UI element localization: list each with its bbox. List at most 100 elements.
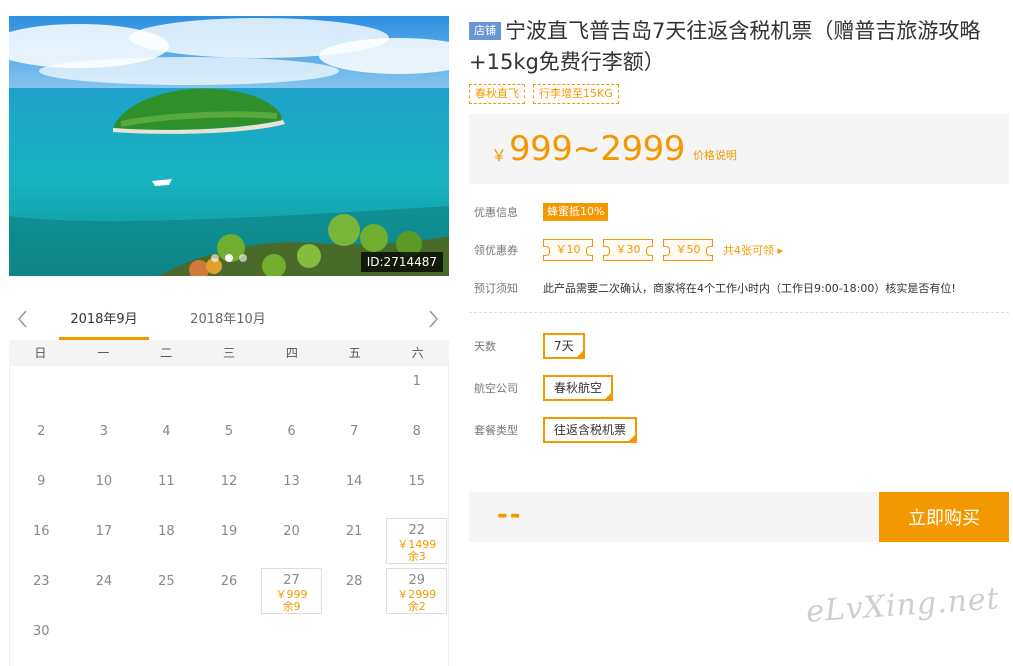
calendar-day-number: 4 (162, 424, 171, 439)
calendar-day-number: 13 (283, 474, 300, 489)
calendar-day-number: 16 (33, 524, 50, 539)
option-package-label: 套餐类型 (474, 424, 518, 437)
carousel-dot[interactable] (211, 254, 219, 262)
weekday-label: 五 (348, 346, 361, 360)
calendar-day-number: 7 (349, 424, 359, 439)
calendar-day-number: 28 (345, 574, 363, 589)
calendar-day: 6 (260, 416, 323, 466)
calendar-day-number: 11 (158, 474, 175, 489)
coupon-30[interactable]: ￥30 (603, 239, 653, 261)
calendar-day: 25 (135, 566, 198, 616)
coupon-row: 领优惠券 ￥10 ￥30 ￥50 共4张可领 ▸ (469, 238, 1009, 262)
date-calendar: 2018年9月 2018年10月 日 一 二 三 四 五 六 123456789… (9, 300, 449, 666)
weekday-header: 日 一 二 三 四 五 六 (9, 340, 449, 366)
promo-label: 优惠信息 (474, 206, 518, 219)
coupon-more-link[interactable]: 共4张可领 ▸ (723, 242, 783, 258)
option-package-row: 套餐类型 往返含税机票 (469, 417, 1009, 443)
product-title: 店铺 宁波直飞普吉岛7天往返含税机票（赠普吉旅游攻略+15kg免费行李额） (469, 16, 1009, 78)
calendar-day-number: 14 (345, 474, 363, 489)
product-hero-image: ID:2714487 (9, 16, 449, 276)
price-currency: ￥ (491, 146, 508, 165)
tab-month-sep[interactable]: 2018年9月 (59, 300, 149, 340)
option-airline-row: 航空公司 春秋航空 (469, 375, 1009, 401)
calendar-day-number: 22 (408, 523, 425, 538)
coupon-label: 领优惠券 (474, 244, 518, 257)
weekday-label: 六 (411, 346, 424, 360)
calendar-day-number: 2 (37, 424, 46, 439)
calendar-day: 12 (198, 466, 261, 516)
calendar-empty-cell (10, 366, 73, 416)
calendar-day-number: 10 (95, 474, 113, 489)
calendar-day-grid: 1 2 3 4 5 6 7 8 9 10 11 12 13 14 15 16 17 18 19 20 21 22 ￥1499… (9, 366, 449, 666)
coupon-10[interactable]: ￥10 (543, 239, 593, 261)
coupon-50[interactable]: ￥50 (663, 239, 713, 261)
calendar-day: 17 (73, 516, 136, 566)
calendar-day: 21 (323, 516, 386, 566)
calendar-empty-cell (73, 366, 136, 416)
calendar-day-number: 8 (412, 424, 421, 439)
calendar-day: 23 (10, 566, 73, 616)
calendar-day-number: 3 (99, 424, 108, 439)
carousel-dot-active[interactable] (225, 254, 233, 262)
calendar-day: 4 (135, 416, 198, 466)
calendar-day: 30 (10, 616, 73, 666)
weekday-label: 日 (34, 346, 47, 360)
shop-badge: 店铺 (469, 22, 501, 40)
calendar-day: 7 (323, 416, 386, 466)
booking-notice-row: 预订须知 此产品需要二次确认，商家将在4个工作小时内（工作日9:00-18:00… (469, 278, 1009, 298)
prev-month-button[interactable] (12, 306, 32, 332)
calendar-day: 28 (323, 566, 386, 616)
calendar-day[interactable]: 29 ￥2999 余2 (386, 568, 447, 614)
calendar-day-number: 9 (37, 474, 46, 489)
calendar-day: 13 (260, 466, 323, 516)
carousel-dots (211, 254, 247, 262)
calendar-day[interactable]: 22 ￥1499 余3 (386, 518, 447, 564)
weekday-label: 二 (160, 346, 173, 360)
calendar-day: 19 (198, 516, 261, 566)
calendar-month-nav: 2018年9月 2018年10月 (9, 300, 449, 340)
product-tag: 春秋直飞 (469, 84, 525, 104)
calendar-day-number: 17 (95, 524, 113, 539)
product-tag: 行李增至15KG (533, 84, 619, 104)
product-title-text: 宁波直飞普吉岛7天往返含税机票（赠普吉旅游攻略+15kg免费行李额） (469, 19, 981, 74)
promo-badge: 蜂蜜抵10% (543, 203, 609, 221)
price-note-link[interactable]: 价格说明 (693, 147, 737, 163)
carousel-dot[interactable] (239, 254, 247, 262)
calendar-day: 15 (385, 466, 448, 516)
buy-now-button[interactable]: 立即购买 (879, 492, 1009, 542)
calendar-day: 1 (385, 366, 448, 416)
promo-row: 优惠信息 蜂蜜抵10% (469, 202, 1009, 222)
calendar-day: 10 (73, 466, 136, 516)
calendar-day-number: 27 (283, 573, 300, 588)
calendar-day: 2 (10, 416, 73, 466)
calendar-empty-cell (198, 366, 261, 416)
option-airline-selected[interactable]: 春秋航空 (543, 375, 614, 401)
calendar-day: 18 (135, 516, 198, 566)
price-range: 999~2999 (509, 129, 685, 169)
notice-label: 预订须知 (474, 282, 518, 295)
island-photo (9, 16, 449, 276)
option-days-label: 天数 (474, 340, 496, 353)
buy-bar: -- 立即购买 (469, 492, 1009, 542)
notice-text: 此产品需要二次确认，商家将在4个工作小时内（工作日9:00-18:00）核实是否… (543, 282, 956, 295)
calendar-day-stock: 余9 (282, 600, 301, 613)
calendar-day-number: 23 (33, 574, 50, 589)
option-days-selected[interactable]: 7天 (543, 333, 585, 359)
calendar-empty-cell (260, 366, 323, 416)
tab-month-oct[interactable]: 2018年10月 (183, 300, 273, 340)
calendar-day-number: 21 (345, 524, 363, 539)
calendar-day[interactable]: 27 ￥999 余9 (261, 568, 322, 614)
calendar-day: 16 (10, 516, 73, 566)
calendar-day-number: 6 (287, 424, 296, 439)
calendar-day-number: 5 (224, 424, 234, 439)
calendar-day-number: 26 (220, 574, 238, 589)
calendar-day: 26 (198, 566, 261, 616)
next-month-button[interactable] (424, 306, 444, 332)
calendar-day: 3 (73, 416, 136, 466)
weekday-label: 四 (285, 346, 298, 360)
total-price: -- (497, 500, 523, 530)
calendar-empty-cell (135, 366, 198, 416)
calendar-day-number: 25 (158, 574, 175, 589)
product-tags: 春秋直飞 行李增至15KG (469, 84, 1009, 104)
option-package-selected[interactable]: 往返含税机票 (543, 417, 638, 443)
